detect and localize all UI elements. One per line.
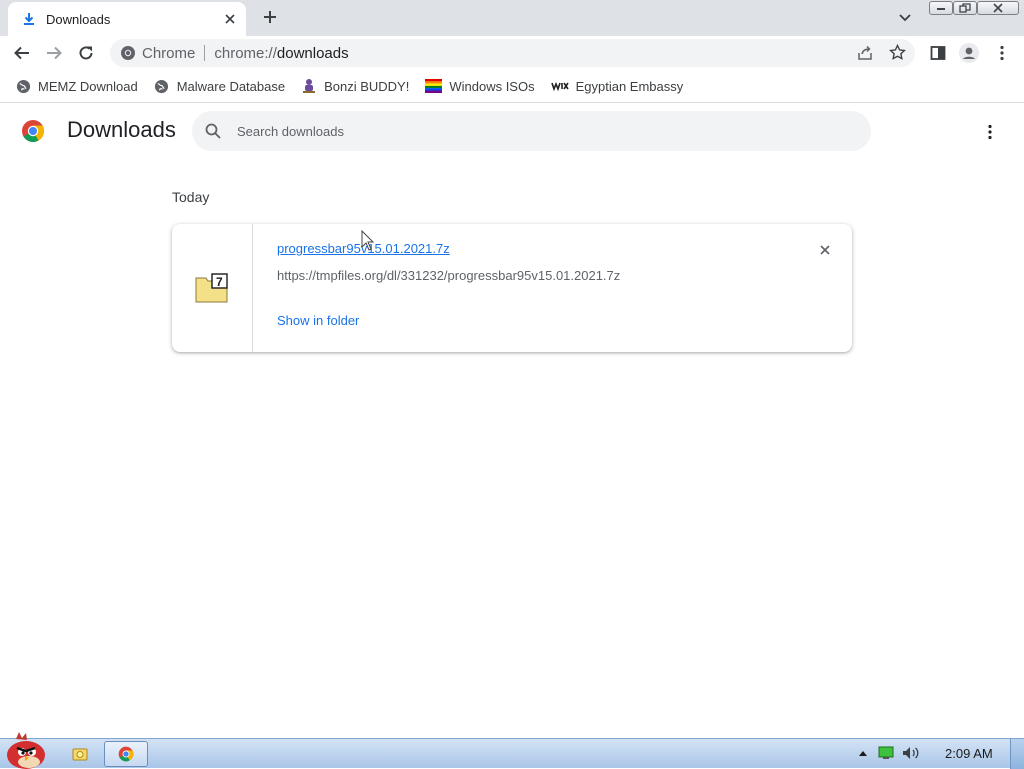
url-scheme: chrome:// bbox=[214, 44, 277, 62]
taskbar: 2:09 AM bbox=[0, 732, 1024, 769]
svg-text:7: 7 bbox=[216, 275, 223, 289]
omnibox-chip: Chrome bbox=[142, 44, 196, 62]
date-header: Today bbox=[172, 189, 210, 205]
tab-downloads[interactable]: Downloads bbox=[8, 2, 246, 36]
close-window-icon[interactable] bbox=[977, 1, 1019, 15]
start-button-bird-icon[interactable] bbox=[2, 731, 50, 769]
rainbow-icon bbox=[425, 78, 443, 94]
minimize-icon[interactable] bbox=[929, 1, 953, 15]
share-icon[interactable] bbox=[857, 45, 873, 61]
page-title: Downloads bbox=[67, 117, 176, 142]
mouse-cursor-icon bbox=[361, 230, 375, 252]
downloads-page: Downloads Today 7 progressbar95v15.01.20… bbox=[0, 104, 1024, 738]
7z-archive-icon: 7 bbox=[195, 273, 229, 303]
wix-icon bbox=[550, 78, 569, 94]
bookmark-egyptian-embassy[interactable]: Egyptian Embassy bbox=[550, 78, 684, 94]
tab-strip: Downloads bbox=[0, 0, 1024, 36]
bookmark-label: Egyptian Embassy bbox=[575, 78, 684, 94]
search-icon bbox=[205, 123, 221, 139]
bookmark-star-icon[interactable] bbox=[889, 44, 906, 61]
url-path: downloads bbox=[276, 44, 349, 62]
more-actions-icon[interactable] bbox=[980, 122, 1000, 142]
bookmark-memz-download[interactable]: MEMZ Download bbox=[15, 78, 138, 94]
show-in-folder-link[interactable]: Show in folder bbox=[277, 313, 359, 328]
chrome-menu-icon[interactable] bbox=[992, 43, 1012, 63]
remove-from-list-icon[interactable] bbox=[817, 242, 833, 258]
omnibox-url[interactable]: chrome://downloads bbox=[214, 45, 348, 62]
reload-icon[interactable] bbox=[76, 43, 96, 63]
bookmark-label: Malware Database bbox=[176, 78, 286, 94]
globe-icon bbox=[154, 78, 170, 94]
toolbar: Chrome chrome://downloads bbox=[0, 36, 1024, 70]
bonzi-icon bbox=[301, 78, 317, 94]
search-bar[interactable] bbox=[192, 111, 871, 151]
chrome-logo-icon bbox=[21, 119, 45, 143]
source-url[interactable]: https://tmpfiles.org/dl/331232/progressb… bbox=[277, 268, 620, 283]
search-input[interactable] bbox=[237, 123, 837, 139]
tab-title: Downloads bbox=[46, 11, 111, 27]
globe-icon bbox=[15, 78, 31, 94]
forward-icon[interactable] bbox=[44, 43, 64, 63]
bookmark-label: MEMZ Download bbox=[38, 78, 138, 94]
bookmark-bonzi-buddy[interactable]: Bonzi BUDDY! bbox=[301, 78, 409, 94]
bookmark-windows-isos[interactable]: Windows ISOs bbox=[425, 78, 535, 94]
volume-icon[interactable] bbox=[902, 746, 920, 760]
network-icon[interactable] bbox=[878, 746, 894, 760]
back-icon[interactable] bbox=[12, 43, 32, 63]
profile-avatar-icon[interactable] bbox=[959, 43, 979, 63]
new-tab-icon[interactable] bbox=[262, 9, 278, 25]
chrome-site-icon bbox=[120, 45, 136, 61]
bookmarks-bar: MEMZ Download Malware Database Bonzi BUD… bbox=[0, 70, 1024, 103]
tab-close-icon[interactable] bbox=[222, 11, 238, 27]
tray-expand-icon[interactable] bbox=[858, 749, 868, 757]
omnibox[interactable]: Chrome chrome://downloads bbox=[110, 39, 915, 67]
system-tray bbox=[858, 746, 920, 760]
explorer-quicklaunch-icon[interactable] bbox=[72, 746, 88, 762]
bookmark-malware-database[interactable]: Malware Database bbox=[154, 78, 285, 94]
restore-icon[interactable] bbox=[953, 1, 977, 15]
side-panel-icon[interactable] bbox=[928, 43, 948, 63]
bookmark-label: Bonzi BUDDY! bbox=[324, 78, 410, 94]
chrome-taskbar-icon bbox=[118, 746, 134, 762]
show-desktop-button[interactable] bbox=[1010, 739, 1024, 769]
download-item-card: 7 progressbar95v15.01.2021.7z https://tm… bbox=[172, 224, 852, 352]
tab-search-chevron-icon[interactable] bbox=[898, 10, 912, 24]
file-icon-cell: 7 bbox=[172, 224, 253, 352]
download-icon bbox=[22, 12, 36, 26]
omnibox-separator bbox=[204, 45, 206, 61]
taskbar-chrome-button[interactable] bbox=[104, 741, 148, 767]
bookmark-label: Windows ISOs bbox=[449, 78, 535, 94]
taskbar-clock[interactable]: 2:09 AM bbox=[945, 746, 993, 761]
